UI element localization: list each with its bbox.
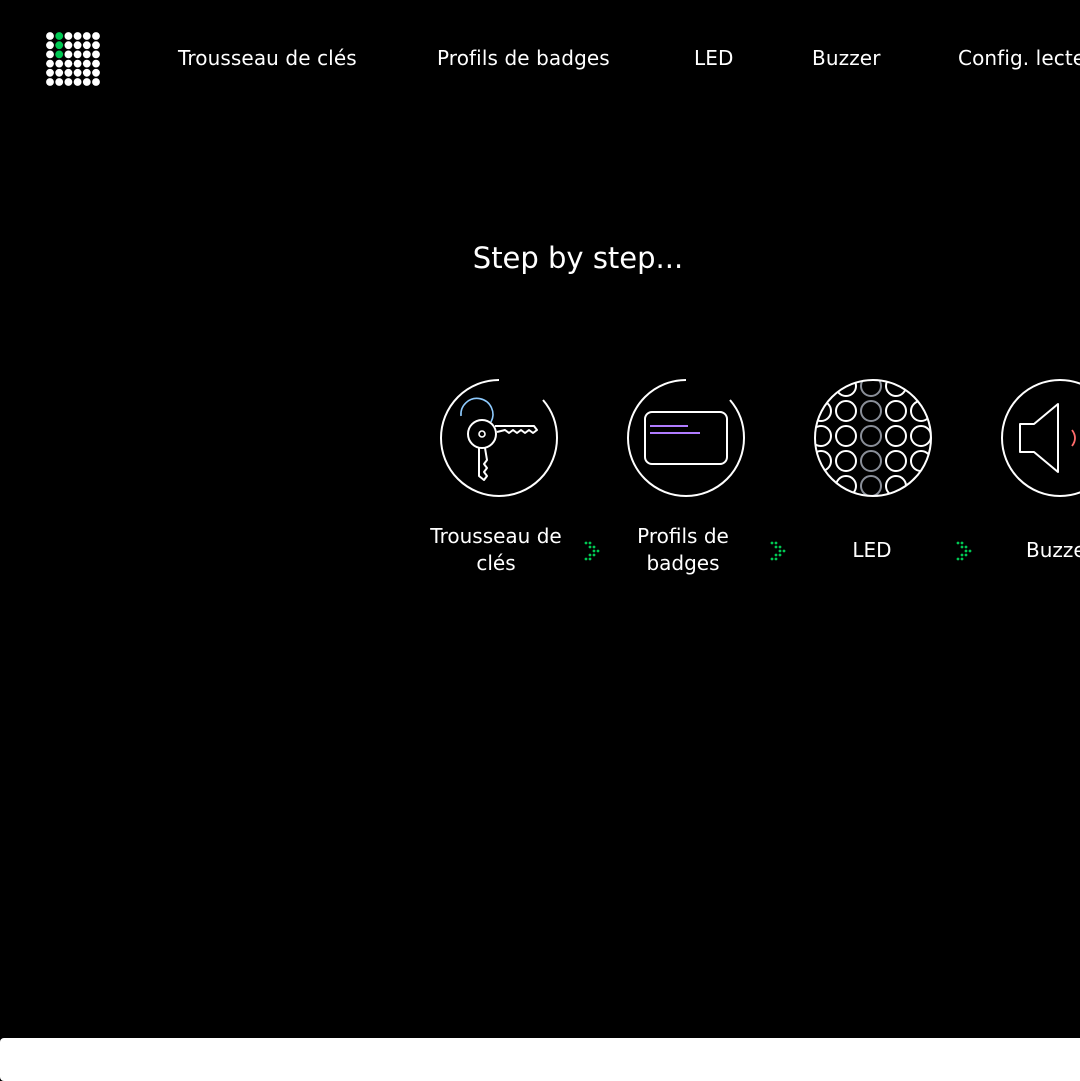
nav-item-trousseau[interactable]: Trousseau de clés (178, 46, 357, 70)
dotted-chevron-right-icon (770, 541, 786, 561)
nav-item-config-lecteur[interactable]: Config. lecte (958, 46, 1080, 70)
top-navigation: Trousseau de clés Profils de badges LED … (0, 0, 1080, 120)
bottom-bar (0, 1038, 1080, 1081)
page: Trousseau de clés Profils de badges LED … (0, 0, 1080, 1081)
nav-item-led[interactable]: LED (694, 46, 733, 70)
page-title: Step by step... (472, 241, 684, 275)
nav-item-buzzer[interactable]: Buzzer (812, 46, 881, 70)
led-grid-icon[interactable] (813, 378, 933, 498)
keys-icon[interactable] (439, 378, 559, 498)
nav-item-profils-badges[interactable]: Profils de badges (437, 46, 610, 70)
badge-card-icon[interactable] (626, 378, 746, 498)
step-label-led[interactable]: LED (797, 537, 947, 564)
dotted-chevron-right-icon (956, 541, 972, 561)
speaker-icon[interactable] (1000, 378, 1080, 498)
step-label-profils[interactable]: Profils de badges (608, 523, 758, 577)
dotted-chevron-right-icon (584, 541, 600, 561)
step-label-buzzer[interactable]: Buzze (1026, 537, 1080, 564)
step-label-trousseau[interactable]: Trousseau de clés (421, 523, 571, 577)
